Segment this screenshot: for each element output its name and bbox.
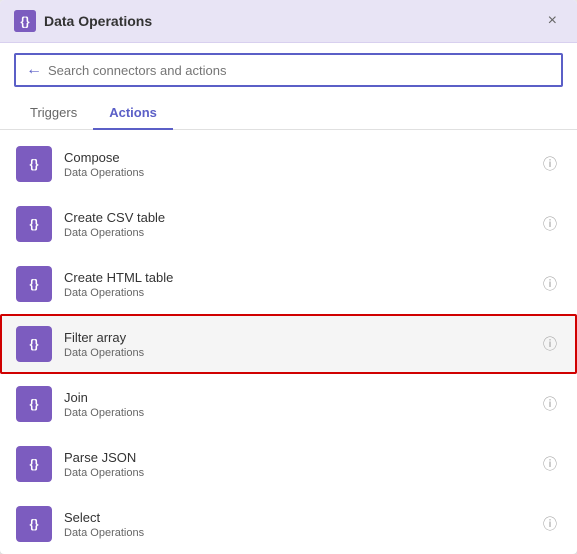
list-item[interactable]: {} Parse JSON Data Operations ⓘ — [0, 434, 577, 494]
search-input[interactable] — [48, 63, 551, 78]
info-button[interactable]: ⓘ — [539, 270, 561, 298]
svg-text:{}: {} — [29, 458, 39, 471]
action-icon: {} — [16, 506, 52, 542]
tabs-bar: Triggers Actions — [0, 97, 577, 130]
close-button[interactable]: × — [542, 10, 563, 32]
title-bar: {} Data Operations × — [0, 0, 577, 43]
list-item[interactable]: {} Compose Data Operations ⓘ — [0, 134, 577, 194]
info-button[interactable]: ⓘ — [539, 390, 561, 418]
action-info: Filter array Data Operations — [64, 330, 539, 359]
action-name: Create CSV table — [64, 210, 539, 225]
action-category: Data Operations — [64, 527, 539, 539]
action-info: Create CSV table Data Operations — [64, 210, 539, 239]
action-info: Compose Data Operations — [64, 150, 539, 179]
info-button[interactable]: ⓘ — [539, 210, 561, 238]
info-icon: ⓘ — [543, 154, 557, 174]
info-button[interactable]: ⓘ — [539, 150, 561, 178]
action-name: Select — [64, 510, 539, 525]
action-category: Data Operations — [64, 227, 539, 239]
info-button[interactable]: ⓘ — [539, 330, 561, 358]
action-category: Data Operations — [64, 467, 539, 479]
action-icon: {} — [16, 386, 52, 422]
action-category: Data Operations — [64, 407, 539, 419]
info-icon: ⓘ — [543, 454, 557, 474]
action-info: Select Data Operations — [64, 510, 539, 539]
info-icon: ⓘ — [543, 514, 557, 534]
svg-text:{}: {} — [29, 338, 39, 351]
dialog: {} Data Operations × ← Triggers Actions … — [0, 0, 577, 554]
action-category: Data Operations — [64, 287, 539, 299]
action-name: Parse JSON — [64, 450, 539, 465]
action-icon: {} — [16, 146, 52, 182]
info-icon: ⓘ — [543, 334, 557, 354]
dialog-title: Data Operations — [44, 13, 542, 29]
action-info: Join Data Operations — [64, 390, 539, 419]
info-icon: ⓘ — [543, 214, 557, 234]
info-icon: ⓘ — [543, 394, 557, 414]
list-item[interactable]: {} Create CSV table Data Operations ⓘ — [0, 194, 577, 254]
search-bar: ← — [14, 53, 563, 87]
action-info: Create HTML table Data Operations — [64, 270, 539, 299]
list-item[interactable]: {} Join Data Operations ⓘ — [0, 374, 577, 434]
action-category: Data Operations — [64, 347, 539, 359]
action-icon: {} — [16, 206, 52, 242]
action-icon: {} — [16, 446, 52, 482]
back-icon: ← — [26, 61, 42, 79]
list-item-selected[interactable]: {} Filter array Data Operations ⓘ — [0, 314, 577, 374]
action-list: {} Compose Data Operations ⓘ {} Create C… — [0, 134, 577, 554]
svg-text:{}: {} — [29, 218, 39, 231]
list-item[interactable]: {} Select Data Operations ⓘ — [0, 494, 577, 554]
action-name: Filter array — [64, 330, 539, 345]
svg-text:{}: {} — [29, 398, 39, 411]
back-button[interactable]: ← — [26, 61, 42, 79]
list-item[interactable]: {} Create HTML table Data Operations ⓘ — [0, 254, 577, 314]
data-operations-icon: {} — [14, 10, 36, 32]
action-info: Parse JSON Data Operations — [64, 450, 539, 479]
svg-text:{}: {} — [29, 158, 39, 171]
info-icon: ⓘ — [543, 274, 557, 294]
svg-text:{}: {} — [20, 15, 30, 29]
svg-text:{}: {} — [29, 278, 39, 291]
action-icon: {} — [16, 326, 52, 362]
action-category: Data Operations — [64, 167, 539, 179]
tab-triggers[interactable]: Triggers — [14, 97, 93, 130]
action-icon: {} — [16, 266, 52, 302]
action-name: Create HTML table — [64, 270, 539, 285]
action-name: Compose — [64, 150, 539, 165]
tab-actions[interactable]: Actions — [93, 97, 173, 130]
info-button[interactable]: ⓘ — [539, 450, 561, 478]
info-button[interactable]: ⓘ — [539, 510, 561, 538]
action-name: Join — [64, 390, 539, 405]
svg-text:{}: {} — [29, 518, 39, 531]
